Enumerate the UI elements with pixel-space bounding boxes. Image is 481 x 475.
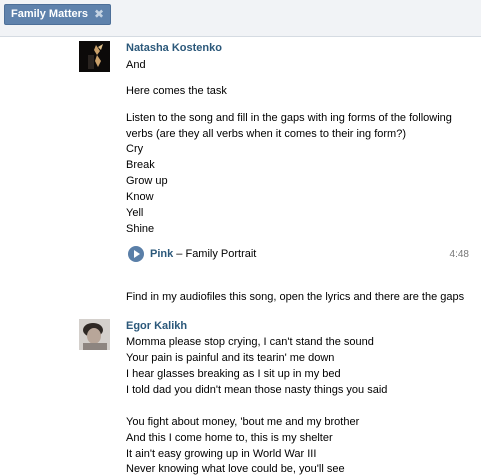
message-line: Here comes the task (126, 85, 227, 97)
play-icon[interactable] (128, 246, 144, 262)
message-line: Listen to the song and fill in the gaps … (126, 112, 452, 124)
message-line: It ain't easy growing up in World War II… (126, 448, 317, 460)
message-author[interactable]: Natasha Kostenko (126, 41, 222, 55)
audio-duration: 4:48 (449, 249, 469, 260)
message-line: Never knowing what love could be, you'll… (126, 463, 345, 475)
avatar-image (79, 41, 110, 72)
conversation-tag-label: Family Matters (11, 8, 89, 20)
message-line: Find in my audiofiles this song, open th… (126, 291, 465, 303)
audio-separator: – (173, 248, 186, 260)
audio-title: Family Portrait (185, 248, 257, 260)
conversation-header: Family Matters ✖ (0, 0, 481, 37)
message-line: And (126, 59, 146, 71)
avatar[interactable] (79, 41, 110, 72)
message-line: I told dad you didn't mean those nasty t… (126, 384, 388, 396)
message-line: verbs (are they all verbs when it comes … (126, 128, 407, 140)
message-line: Your pain is painful and its tearin' me … (126, 352, 335, 364)
avatar[interactable] (79, 319, 110, 350)
message-line: Momma please stop crying, I can't stand … (126, 336, 374, 348)
message-author[interactable]: Egor Kalikh (126, 319, 187, 333)
audio-track[interactable]: Pink – Family Portrait (150, 247, 256, 261)
avatar-image (79, 319, 110, 350)
message-line: You fight about money, 'bout me and my b… (126, 416, 360, 428)
conversation-tag[interactable]: Family Matters ✖ (4, 4, 112, 25)
message-line: I hear glasses breaking as I sit up in m… (126, 368, 341, 380)
close-icon[interactable]: ✖ (93, 5, 105, 24)
message-line: Know (126, 191, 154, 203)
message-line: Cry (126, 143, 144, 155)
message-line: Shine (126, 223, 155, 235)
message-line: Yell (126, 207, 144, 219)
message-line: And this I come home to, this is my shel… (126, 432, 333, 444)
message-line: Grow up (126, 175, 168, 187)
audio-artist[interactable]: Pink (150, 248, 173, 260)
message-line: Break (126, 159, 155, 171)
